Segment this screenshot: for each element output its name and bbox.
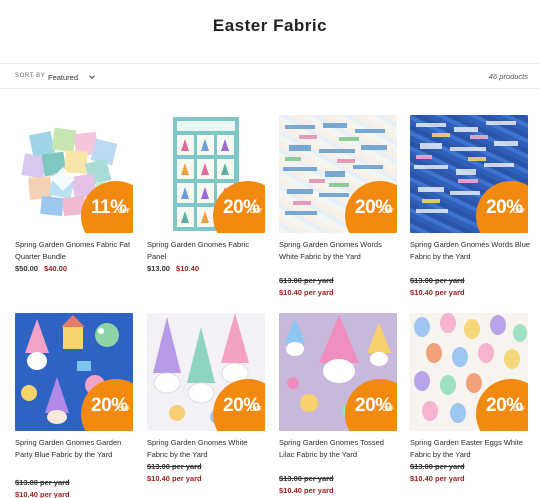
sort-select-value: Featured (48, 72, 79, 82)
discount-percent: 20% (223, 197, 260, 218)
price: $13.00 per yard $10.40 per yard (147, 461, 277, 485)
regular-price: $50.00 (15, 264, 38, 273)
regular-price: $13.00 per yard (279, 474, 334, 483)
product-image[interactable]: 20% OFF (15, 313, 133, 431)
sale-price: $10.40 per yard (410, 288, 465, 297)
product-image[interactable]: 20% OFF (410, 115, 528, 233)
discount-off-label: OFF (382, 209, 394, 215)
regular-price: $13.00 per yard (279, 276, 334, 285)
discount-percent: 20% (486, 395, 523, 416)
price: $13.00 $10.40 (147, 263, 277, 275)
product-title[interactable]: Spring Garden Gnomes Words Blue Fabric b… (410, 239, 532, 263)
price: $13.00 per yard $10.40 per yard (410, 275, 540, 299)
regular-price: $13.00 per yard (147, 462, 202, 471)
price: $13.00 per yard $10.40 per yard (410, 461, 540, 485)
product-image[interactable]: 20% OFF (410, 313, 528, 431)
product-title[interactable]: Spring Garden Gnomes Garden Party Blue F… (15, 437, 137, 461)
sale-price: $10.40 per yard (279, 486, 334, 495)
discount-percent: 20% (223, 395, 260, 416)
product-count: 46 products (488, 72, 528, 81)
discount-percent: 11% (91, 197, 127, 218)
collection-toolbar: SORT BY Featured 46 products (0, 63, 540, 89)
regular-price: $13.00 per yard (410, 276, 465, 285)
product-image[interactable]: 20% OFF (147, 115, 265, 233)
discount-off-label: OFF (118, 209, 130, 215)
product-image[interactable]: 20% OFF (279, 115, 397, 233)
price: $50.00 $40.00 (15, 263, 145, 275)
discount-percent: 20% (355, 395, 392, 416)
discount-percent: 20% (486, 197, 523, 218)
regular-price: $13.00 per yard (15, 478, 70, 487)
discount-off-label: OFF (382, 407, 394, 413)
product-image[interactable]: 11% OFF (15, 115, 133, 233)
discount-off-label: OFF (118, 407, 130, 413)
sale-price: $10.40 (176, 264, 199, 273)
chevron-down-icon (89, 72, 95, 79)
page-title: Easter Fabric (212, 16, 328, 35)
sort-select[interactable]: Featured (48, 70, 95, 84)
product-title[interactable]: Spring Garden Gnomes Words White Fabric … (279, 239, 401, 263)
sale-price: $10.40 per yard (279, 288, 334, 297)
sale-price: $10.40 per yard (15, 490, 70, 498)
product-title[interactable]: Spring Garden Gnomes Fabric Fat Quarter … (15, 239, 137, 263)
regular-price: $13.00 per yard (410, 462, 465, 471)
regular-price: $13.00 (147, 264, 170, 273)
product-title[interactable]: Spring Garden Easter Eggs White Fabric b… (410, 437, 532, 461)
discount-off-label: OFF (250, 407, 262, 413)
product-image[interactable]: 20% OFF (279, 313, 397, 431)
sort-by-label: SORT BY (15, 73, 46, 79)
price: $13.00 per yard $10.40 per yard (15, 477, 145, 498)
product-title[interactable]: Spring Garden Gnomes White Fabric by the… (147, 437, 269, 461)
product-title[interactable]: Spring Garden Gnomes Fabric Panel (147, 239, 269, 263)
product-title[interactable]: Spring Garden Gnomes Tossed Lilac Fabric… (279, 437, 401, 461)
sale-price: $10.40 per yard (410, 474, 465, 483)
discount-percent: 20% (91, 395, 128, 416)
price: $13.00 per yard $10.40 per yard (279, 473, 409, 497)
discount-off-label: OFF (513, 209, 525, 215)
sale-price: $40.00 (44, 264, 67, 273)
discount-off-label: OFF (250, 209, 262, 215)
product-image[interactable]: 20% OFF (147, 313, 265, 431)
sale-price: $10.40 per yard (147, 474, 202, 483)
discount-percent: 20% (355, 197, 392, 218)
discount-off-label: OFF (513, 407, 525, 413)
price: $13.00 per yard $10.40 per yard (279, 275, 409, 299)
